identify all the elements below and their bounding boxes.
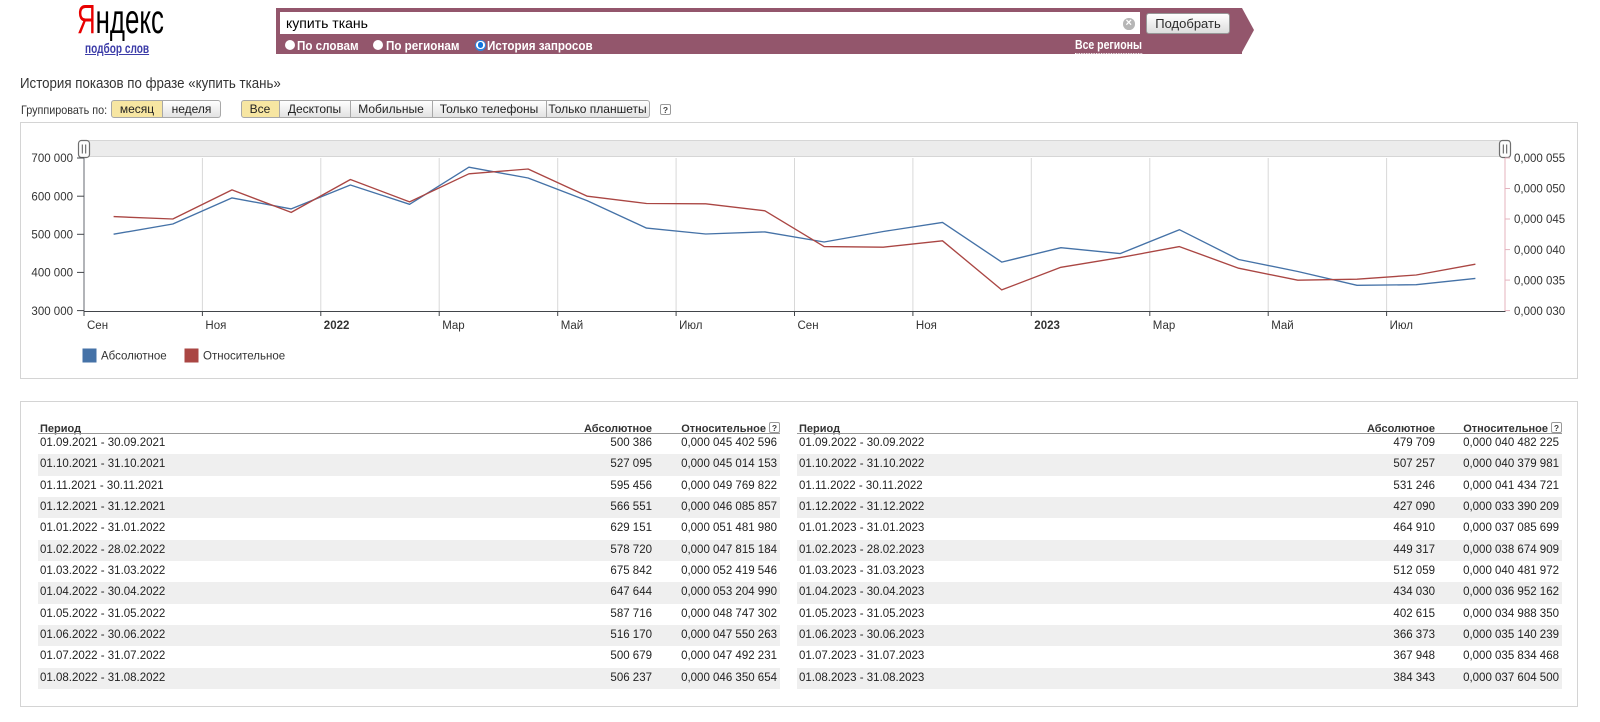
svg-text:600 000: 600 000 (31, 191, 73, 203)
svg-text:Июл: Июл (1390, 320, 1413, 332)
svg-text:0,000 050: 0,000 050 (1514, 184, 1565, 196)
svg-text:Сен: Сен (87, 320, 108, 332)
svg-text:0,000 055: 0,000 055 (1514, 153, 1565, 165)
svg-text:0,000 035: 0,000 035 (1514, 275, 1565, 287)
svg-text:300 000: 300 000 (31, 306, 73, 318)
svg-text:Июл: Июл (679, 320, 702, 332)
svg-text:0,000 045: 0,000 045 (1514, 214, 1565, 226)
svg-text:700 000: 700 000 (31, 153, 73, 165)
svg-text:Мар: Мар (442, 320, 465, 332)
svg-text:400 000: 400 000 (31, 268, 73, 280)
svg-text:0,000 030: 0,000 030 (1514, 306, 1565, 318)
svg-text:Относительное: Относительное (203, 351, 285, 363)
svg-text:2022: 2022 (324, 320, 350, 332)
svg-text:Ноя: Ноя (205, 320, 226, 332)
svg-text:2023: 2023 (1034, 320, 1060, 332)
svg-text:500 000: 500 000 (31, 230, 73, 242)
svg-text:0,000 040: 0,000 040 (1514, 245, 1565, 257)
svg-text:Абсолютное: Абсолютное (101, 351, 167, 363)
svg-text:Ноя: Ноя (916, 320, 937, 332)
svg-text:Май: Май (1271, 320, 1294, 332)
svg-text:Сен: Сен (798, 320, 819, 332)
svg-text:Май: Май (561, 320, 584, 332)
svg-text:Мар: Мар (1153, 320, 1176, 332)
